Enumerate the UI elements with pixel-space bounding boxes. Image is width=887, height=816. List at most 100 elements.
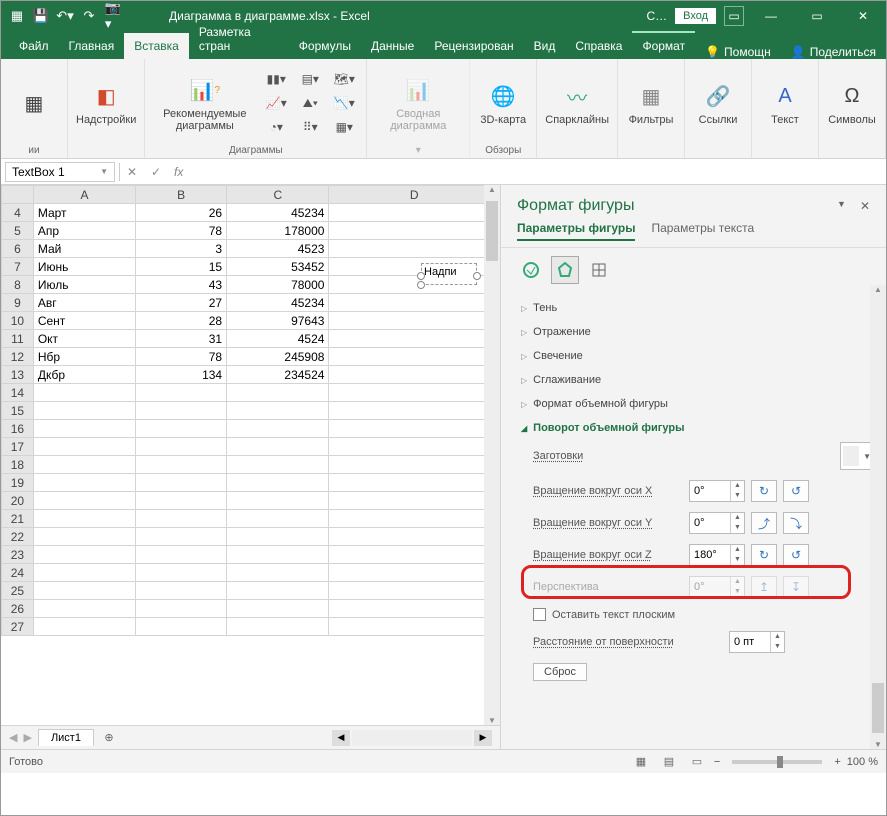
cell[interactable]	[329, 312, 500, 330]
fx-label[interactable]: fx	[168, 165, 189, 179]
view-page-layout-icon[interactable]: ▤	[658, 753, 680, 771]
zoom-slider[interactable]	[732, 760, 822, 764]
tab-format[interactable]: Формат	[632, 31, 695, 59]
tab-insert[interactable]: Вставка	[124, 33, 189, 59]
cell[interactable]: Апр	[33, 222, 135, 240]
distance-input[interactable]: ▲▼	[729, 631, 785, 653]
confirm-fx-icon[interactable]: ✓	[144, 165, 168, 179]
cell[interactable]: 78000	[227, 276, 329, 294]
view-normal-icon[interactable]: ▦	[630, 753, 652, 771]
rotate-y-down-icon[interactable]: ⤵	[783, 512, 809, 534]
col-header-d[interactable]: D	[329, 186, 500, 204]
cell[interactable]	[329, 294, 500, 312]
scatter-chart-icon[interactable]: ⠿▾	[296, 116, 324, 138]
col-header-b[interactable]: B	[136, 186, 227, 204]
tab-layout[interactable]: Разметка стран	[189, 19, 289, 59]
formula-input[interactable]	[189, 165, 886, 179]
bar-chart-icon[interactable]: ▤▾	[296, 68, 324, 90]
cell[interactable]: 45234	[227, 294, 329, 312]
row-header[interactable]: 15	[2, 402, 34, 420]
redo-icon[interactable]: ↷	[81, 8, 97, 24]
keep-text-flat-checkbox[interactable]: Оставить текст плоским	[533, 608, 874, 621]
row-header[interactable]: 12	[2, 348, 34, 366]
cell[interactable]	[227, 600, 329, 618]
line-chart-icon[interactable]: 📈▾	[262, 92, 290, 114]
cell[interactable]	[227, 546, 329, 564]
login-button[interactable]: Вход	[675, 8, 716, 24]
row-header[interactable]: 23	[2, 546, 34, 564]
row-header[interactable]: 6	[2, 240, 34, 258]
tab-data[interactable]: Данные	[361, 33, 424, 59]
cell[interactable]: 4523	[227, 240, 329, 258]
cell[interactable]	[227, 456, 329, 474]
cell[interactable]: 28	[136, 312, 227, 330]
row-header[interactable]: 7	[2, 258, 34, 276]
cell[interactable]	[136, 564, 227, 582]
sheet-tab-1[interactable]: Лист1	[38, 729, 94, 746]
cell[interactable]	[136, 618, 227, 636]
cell[interactable]	[329, 366, 500, 384]
cell[interactable]	[136, 510, 227, 528]
camera-icon[interactable]: 📷▾	[105, 8, 121, 24]
cell[interactable]	[329, 564, 500, 582]
tab-view[interactable]: Вид	[524, 33, 566, 59]
row-header[interactable]: 17	[2, 438, 34, 456]
cell[interactable]	[329, 492, 500, 510]
resize-handle[interactable]	[417, 281, 425, 289]
section-softedges[interactable]: ▷Сглаживание	[521, 374, 874, 386]
row-header[interactable]: 5	[2, 222, 34, 240]
cell[interactable]	[329, 456, 500, 474]
chevron-down-icon[interactable]: ▼	[100, 167, 108, 176]
cell[interactable]	[227, 582, 329, 600]
row-header[interactable]: 13	[2, 366, 34, 384]
cell[interactable]: 53452	[227, 258, 329, 276]
cancel-fx-icon[interactable]: ✕	[120, 165, 144, 179]
cell[interactable]	[33, 582, 135, 600]
symbols-button[interactable]: ΩСимволы	[827, 80, 877, 126]
pane-options-icon[interactable]: ▼	[837, 199, 846, 213]
cell[interactable]	[33, 618, 135, 636]
pane-tab-shape[interactable]: Параметры фигуры	[517, 221, 635, 241]
addins-button[interactable]: ◧Надстройки	[76, 80, 136, 126]
recommended-charts-button[interactable]: 📊?Рекомендуемые диаграммы	[153, 74, 256, 132]
add-sheet-button[interactable]: ⊕	[100, 729, 118, 747]
cell[interactable]	[33, 420, 135, 438]
select-all-corner[interactable]	[2, 186, 34, 204]
area-chart-icon[interactable]: ⛰▾	[296, 92, 324, 114]
cell[interactable]: Авг	[33, 294, 135, 312]
cell[interactable]	[136, 582, 227, 600]
cell[interactable]: Окт	[33, 330, 135, 348]
cell[interactable]	[329, 384, 500, 402]
cell[interactable]: Дкбр	[33, 366, 135, 384]
row-header[interactable]: 19	[2, 474, 34, 492]
3d-map-button[interactable]: 🌐3D-карта	[478, 80, 528, 126]
cell[interactable]: 31	[136, 330, 227, 348]
cell[interactable]: 178000	[227, 222, 329, 240]
horizontal-scrollbar[interactable]: ◀▶	[332, 730, 492, 746]
cell[interactable]: Июль	[33, 276, 135, 294]
row-header[interactable]: 25	[2, 582, 34, 600]
undo-icon[interactable]: ↶▾	[57, 8, 73, 24]
cell[interactable]	[227, 384, 329, 402]
name-box[interactable]: TextBox 1▼	[5, 162, 115, 182]
section-rotation3d[interactable]: ◢Поворот объемной фигуры	[521, 422, 874, 434]
cell[interactable]	[227, 438, 329, 456]
cell[interactable]: 43	[136, 276, 227, 294]
cell[interactable]	[33, 474, 135, 492]
map-chart-icon[interactable]: 🗺▾	[330, 68, 358, 90]
sparklines-button[interactable]: 〰Спарклайны	[545, 80, 609, 126]
cell[interactable]	[329, 582, 500, 600]
cell[interactable]	[227, 492, 329, 510]
text-button[interactable]: AТекст	[760, 80, 810, 126]
cell[interactable]: Март	[33, 204, 135, 222]
cell[interactable]: 26	[136, 204, 227, 222]
cell[interactable]	[227, 564, 329, 582]
cell[interactable]: 78	[136, 348, 227, 366]
pane-scrollbar[interactable]: ▲ ▼	[870, 285, 886, 749]
row-header[interactable]: 14	[2, 384, 34, 402]
cell[interactable]	[33, 456, 135, 474]
maximize-button[interactable]: ▭	[794, 1, 840, 31]
cell[interactable]	[136, 456, 227, 474]
row-header[interactable]: 27	[2, 618, 34, 636]
pie-chart-icon[interactable]: ◔▾	[262, 116, 290, 138]
